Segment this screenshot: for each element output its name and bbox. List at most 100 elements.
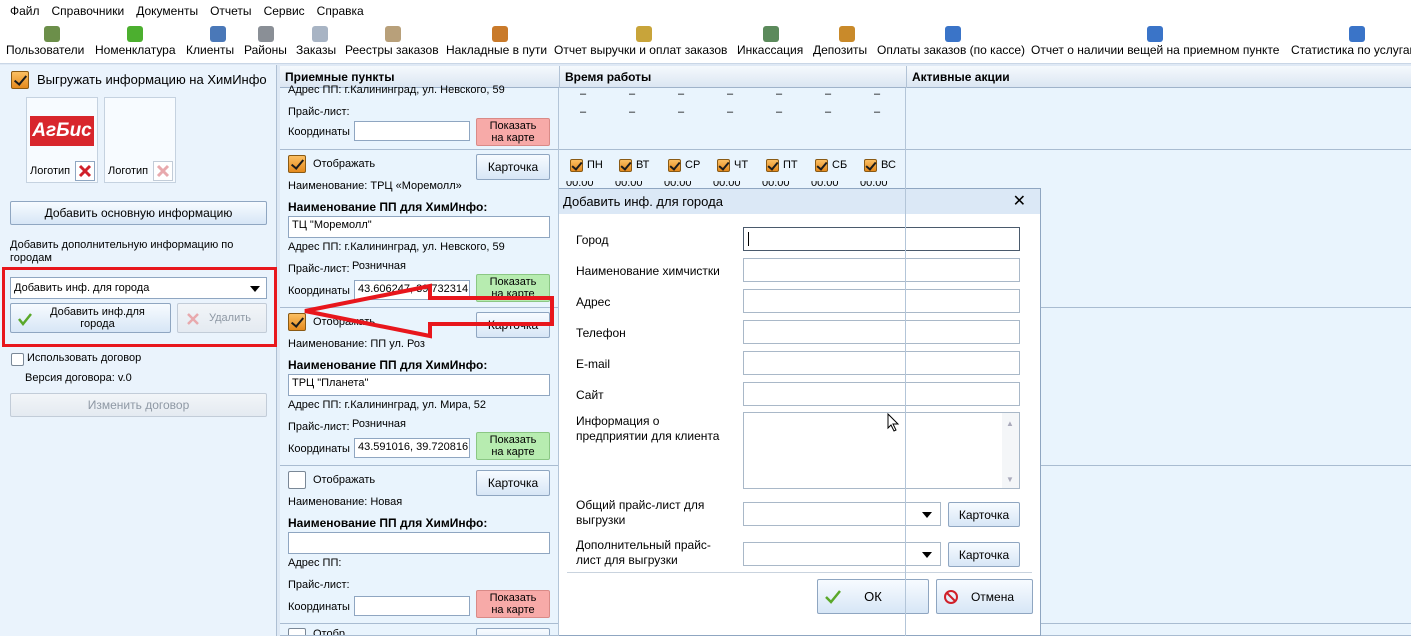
field-input-5[interactable] [743,382,1020,406]
header-hours[interactable]: Время работы [560,66,907,88]
address-text: Адрес ПП: г.Калининград, ул. Невского, 5… [288,241,505,253]
change-contract-button[interactable]: Изменить договор [10,393,267,417]
scroll-down-icon[interactable]: ▼ [1006,475,1014,484]
general-price-card-button[interactable]: Карточка [948,502,1020,527]
time-dash: – [727,88,734,100]
use-contract-checkbox[interactable] [11,353,24,366]
time-value: 00:00 [664,181,692,187]
day-checkbox[interactable] [864,159,877,172]
display-checkbox[interactable] [288,471,306,489]
coords-label: Координаты [288,126,350,138]
cancel-button[interactable]: Отмена [936,579,1033,614]
menu-item-3[interactable]: Отчеты [204,0,257,22]
time-value: 00:00 [566,181,594,187]
close-icon[interactable]: ✕ [1013,189,1026,214]
column-separator [558,88,559,636]
left-panel: Выгружать информацию на ХимИнфо АгБис Ло… [0,65,277,636]
toolbar-item-label: Клиенты [186,43,235,57]
field-input-3[interactable] [743,320,1020,344]
dialog-divider [567,572,1032,573]
show-on-map-button[interactable]: Показать на карте [476,118,550,146]
info-textarea[interactable]: ▲ ▼ [743,412,1020,489]
general-price-label: Общий прайс-лист для выгрузки [576,498,705,527]
card-button[interactable]: Карточка [476,470,550,496]
toolbar: Пользователи Номенклатура Клиенты Районы Зак… [0,22,1411,64]
coords-label: Координаты [288,601,350,613]
day-label: ЧТ [734,159,749,171]
extra-price-select[interactable] [743,542,941,566]
logo-box-2[interactable]: Логотип [104,97,176,183]
time-value: 00:00 [762,181,790,187]
coords-input[interactable] [354,596,470,616]
day-checkbox[interactable] [717,159,730,172]
menu-item-2[interactable]: Документы [130,0,204,22]
cancel-button-label: Отмена [970,589,1015,604]
menu-item-5[interactable]: Справка [311,0,370,22]
time-dash: – [727,106,734,118]
time-dash: – [874,106,881,118]
show-on-map-button[interactable]: Показать на карте [476,432,550,460]
time-value: 00:00 [615,181,643,187]
price-label: Прайс-лист: [288,106,350,118]
point-name: Наименование: Новая [288,496,403,508]
cash-collection-icon [763,26,779,42]
dialog-title: Добавить инф. для города [559,189,1040,214]
himinfo-name-input[interactable]: ТРЦ "Планета" [288,374,550,396]
price-value: Розничная [352,418,406,430]
toolbar-item-label: Оплаты заказов (по кассе) [877,43,1026,57]
coords-input[interactable] [354,121,470,141]
menu-item-4[interactable]: Сервис [258,0,311,22]
deposits-icon [839,26,855,42]
text-caret [748,232,749,246]
address-text: Адрес ПП: г.Калининград, ул. Мира, 52 [288,399,487,411]
field-input-1[interactable] [743,258,1020,282]
card-button[interactable]: Карточка [476,154,550,180]
display-checkbox[interactable] [288,155,306,173]
field-input-2[interactable] [743,289,1020,313]
display-label: Отобр [313,628,346,636]
delete-logo-button-2[interactable] [153,161,173,181]
toolbar-item-label: Номенклатура [95,43,176,57]
logo-box[interactable]: АгБис Логотип [26,97,98,183]
time-value: 00:00 [713,181,741,187]
header-promotions[interactable]: Активные акции [907,66,1411,88]
scroll-up-icon[interactable]: ▲ [1006,419,1014,428]
textarea-scrollbar[interactable]: ▲ ▼ [1002,413,1019,488]
export-checkbox[interactable] [11,71,29,89]
time-dash: – [580,106,587,118]
coords-input[interactable]: 43.591016, 39.720816 [354,438,470,458]
clients-icon [210,26,226,42]
time-value: 00:00 [860,181,888,187]
general-price-select[interactable] [743,502,941,526]
day-checkbox[interactable] [570,159,583,172]
field-input-0[interactable] [743,227,1020,251]
time-dash: – [678,106,685,118]
toolbar-item-label: Отчет о наличии вещей на приемном пункте [1031,43,1280,57]
field-input-4[interactable] [743,351,1020,375]
delete-x-icon [78,164,92,178]
nomenclature-icon [127,26,143,42]
day-checkbox[interactable] [815,159,828,172]
menu-item-1[interactable]: Справочники [46,0,131,22]
delete-logo-button[interactable] [75,161,95,181]
display-label: Отображать [313,158,376,170]
add-main-info-button[interactable]: Добавить основную информацию [10,201,267,225]
day-checkbox[interactable] [619,159,632,172]
logo-label-2: Логотип [108,165,149,177]
add-city-info-caption: Добавить дополнительную информацию по го… [10,239,234,264]
show-on-map-button[interactable]: Показать на карте [476,590,550,618]
day-checkbox[interactable] [766,159,779,172]
contract-version-label: Версия договора: v.0 [25,372,132,384]
time-dash: – [580,88,587,100]
menu-item-0[interactable]: Файл [4,0,46,22]
extra-price-card-button[interactable]: Карточка [948,542,1020,567]
field-label-2: Адрес [576,295,611,309]
display-checkbox[interactable] [288,628,306,635]
toolbar-item-label: Заказы [296,43,337,57]
day-checkbox[interactable] [668,159,681,172]
himinfo-name-input[interactable] [288,532,550,554]
himinfo-name-input[interactable]: ТЦ "Моремолл" [288,216,550,238]
field-label-5: Сайт [576,388,604,402]
ok-button[interactable]: ОК [817,579,929,614]
card-button[interactable] [476,628,550,635]
